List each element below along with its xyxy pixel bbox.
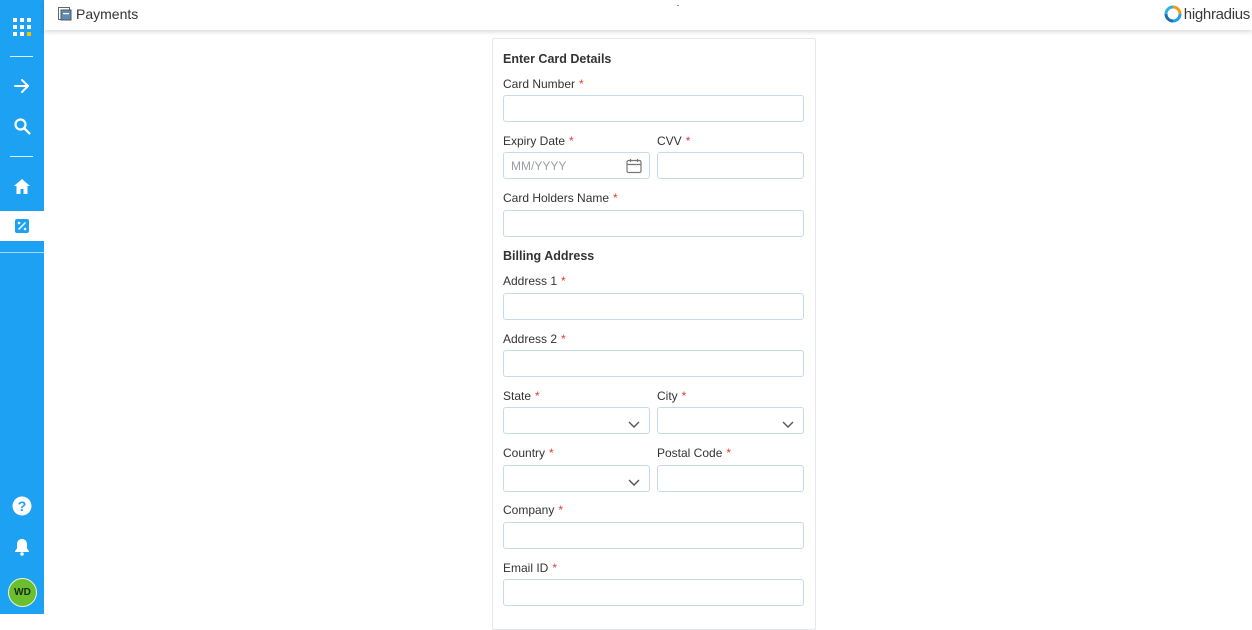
address2-field[interactable] <box>503 350 804 377</box>
header-dot <box>677 5 679 6</box>
arrow-right-icon[interactable] <box>0 68 44 104</box>
postal-code-label: Postal Code * <box>657 446 732 460</box>
sidebar-divider <box>10 156 33 157</box>
search-icon[interactable] <box>0 108 44 144</box>
email-id-field[interactable] <box>503 579 804 606</box>
billing-section-title: Billing Address <box>503 249 595 263</box>
logo-mark-icon <box>1164 5 1182 23</box>
state-label: State * <box>503 389 540 403</box>
help-icon[interactable]: ? <box>0 488 44 524</box>
chevron-down-icon <box>628 474 640 492</box>
sidebar: ? WD <box>0 0 44 614</box>
postal-code-field[interactable] <box>657 465 804 492</box>
address1-label: Address 1 * <box>503 274 566 288</box>
card-number-label: Card Number * <box>503 77 584 91</box>
percent-icon <box>15 219 29 233</box>
card-section-title: Enter Card Details <box>503 52 612 66</box>
country-label: Country * <box>503 446 554 460</box>
highradius-logo: highradius <box>1164 5 1250 23</box>
cvv-field[interactable] <box>657 152 804 179</box>
apps-grid-icon[interactable] <box>0 9 44 45</box>
card-number-field[interactable] <box>503 95 804 122</box>
sidebar-divider <box>0 252 44 253</box>
expiry-date-placeholder: MM/YYYY <box>511 159 567 173</box>
address2-label: Address 2 * <box>503 332 566 346</box>
sidebar-item-payments[interactable] <box>0 211 44 251</box>
country-select[interactable] <box>503 465 650 492</box>
bell-icon[interactable] <box>0 529 44 565</box>
home-icon[interactable] <box>0 168 44 204</box>
city-select[interactable] <box>657 407 804 434</box>
top-header: Payments highradius <box>44 0 1252 30</box>
page-title: Payments <box>76 6 139 22</box>
card-details-form: Enter Card Details Card Number * Expiry D… <box>492 38 816 630</box>
chevron-down-icon <box>628 416 640 434</box>
email-id-label: Email ID * <box>503 561 558 575</box>
logo-text: highradius <box>1183 5 1251 23</box>
card-holders-name-label: Card Holders Name * <box>503 191 618 205</box>
company-label: Company * <box>503 503 564 517</box>
address1-field[interactable] <box>503 293 804 320</box>
card-holders-name-field[interactable] <box>503 210 804 237</box>
svg-text:?: ? <box>18 498 27 514</box>
chevron-down-icon <box>782 416 794 434</box>
state-select[interactable] <box>503 407 650 434</box>
payments-app-icon <box>58 7 72 26</box>
sidebar-divider <box>10 56 33 57</box>
avatar[interactable]: WD <box>8 578 37 607</box>
city-label: City * <box>657 389 687 403</box>
expiry-date-field[interactable]: MM/YYYY <box>503 152 650 179</box>
calendar-icon[interactable] <box>626 158 642 179</box>
company-field[interactable] <box>503 522 804 549</box>
expiry-date-label: Expiry Date * <box>503 134 574 148</box>
cvv-label: CVV * <box>657 134 691 148</box>
